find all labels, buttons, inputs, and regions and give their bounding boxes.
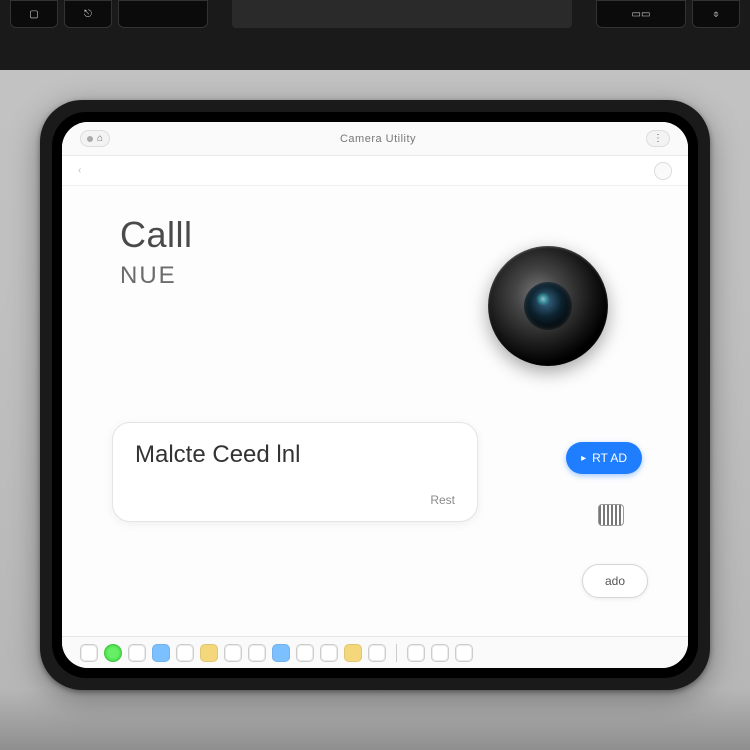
tablet-screen: ⌂ Camera Utility ⋮ ‹ Calll NUE Malcte Ce… xyxy=(62,122,688,668)
dock-app-1[interactable] xyxy=(80,644,98,662)
card-title: Malcte Ceed lnl xyxy=(135,441,455,469)
status-right-text: ⋮ xyxy=(653,133,663,144)
key-fn: ▭▭ xyxy=(596,0,686,28)
toolbar: ‹ xyxy=(62,156,688,186)
key-f1: ⎋ xyxy=(64,0,112,28)
dock-separator xyxy=(396,644,397,662)
status-right-pill[interactable]: ⋮ xyxy=(646,130,670,147)
dock-app-3[interactable] xyxy=(152,644,170,662)
dock-app-9[interactable] xyxy=(296,644,314,662)
dock-app-status[interactable] xyxy=(104,644,122,662)
primary-button-label: RT AD xyxy=(592,451,627,465)
key-f2 xyxy=(118,0,208,28)
dock-app-5[interactable] xyxy=(200,644,218,662)
dock-app-8[interactable] xyxy=(272,644,290,662)
tablet-bezel: ⌂ Camera Utility ⋮ ‹ Calll NUE Malcte Ce… xyxy=(52,112,698,678)
status-bar: ⌂ Camera Utility ⋮ xyxy=(62,122,688,156)
main-content: Calll NUE Malcte Ceed lnl Rest ▸ RT AD a… xyxy=(62,186,688,636)
keyboard-function-row xyxy=(232,0,572,28)
dock-app-13[interactable] xyxy=(407,644,425,662)
dock-app-6[interactable] xyxy=(224,644,242,662)
page-heading: Calll xyxy=(120,214,652,256)
dock-app-11[interactable] xyxy=(344,644,362,662)
dock-app-10[interactable] xyxy=(320,644,338,662)
barcode-icon[interactable] xyxy=(598,504,624,526)
info-card[interactable]: Malcte Ceed lnl Rest xyxy=(112,422,478,522)
toolbar-action-icon[interactable] xyxy=(654,162,672,180)
card-subtitle: Rest xyxy=(430,493,455,507)
secondary-action-button[interactable]: ado xyxy=(582,564,648,598)
dock xyxy=(62,636,688,668)
key-esc: ▢ xyxy=(10,0,58,28)
status-title: Camera Utility xyxy=(340,133,416,145)
laptop-keyboard: ▢ ⎋ ▭▭ ⌽ xyxy=(0,0,750,70)
status-left-text: ⌂ xyxy=(97,133,103,144)
camera-lens-icon xyxy=(488,246,608,366)
primary-action-button[interactable]: ▸ RT AD xyxy=(566,442,642,474)
secondary-button-label: ado xyxy=(605,574,625,588)
key-power: ⌽ xyxy=(692,0,740,28)
dock-app-2[interactable] xyxy=(128,644,146,662)
back-button[interactable]: ‹ xyxy=(78,165,81,176)
dock-app-4[interactable] xyxy=(176,644,194,662)
primary-button-icon: ▸ xyxy=(581,453,586,464)
tablet-device: ⌂ Camera Utility ⋮ ‹ Calll NUE Malcte Ce… xyxy=(40,100,710,690)
dock-app-15[interactable] xyxy=(455,644,473,662)
status-left-pill: ⌂ xyxy=(80,130,110,147)
dock-app-7[interactable] xyxy=(248,644,266,662)
dock-app-12[interactable] xyxy=(368,644,386,662)
dock-app-14[interactable] xyxy=(431,644,449,662)
laptop-base-shadow xyxy=(0,690,750,750)
